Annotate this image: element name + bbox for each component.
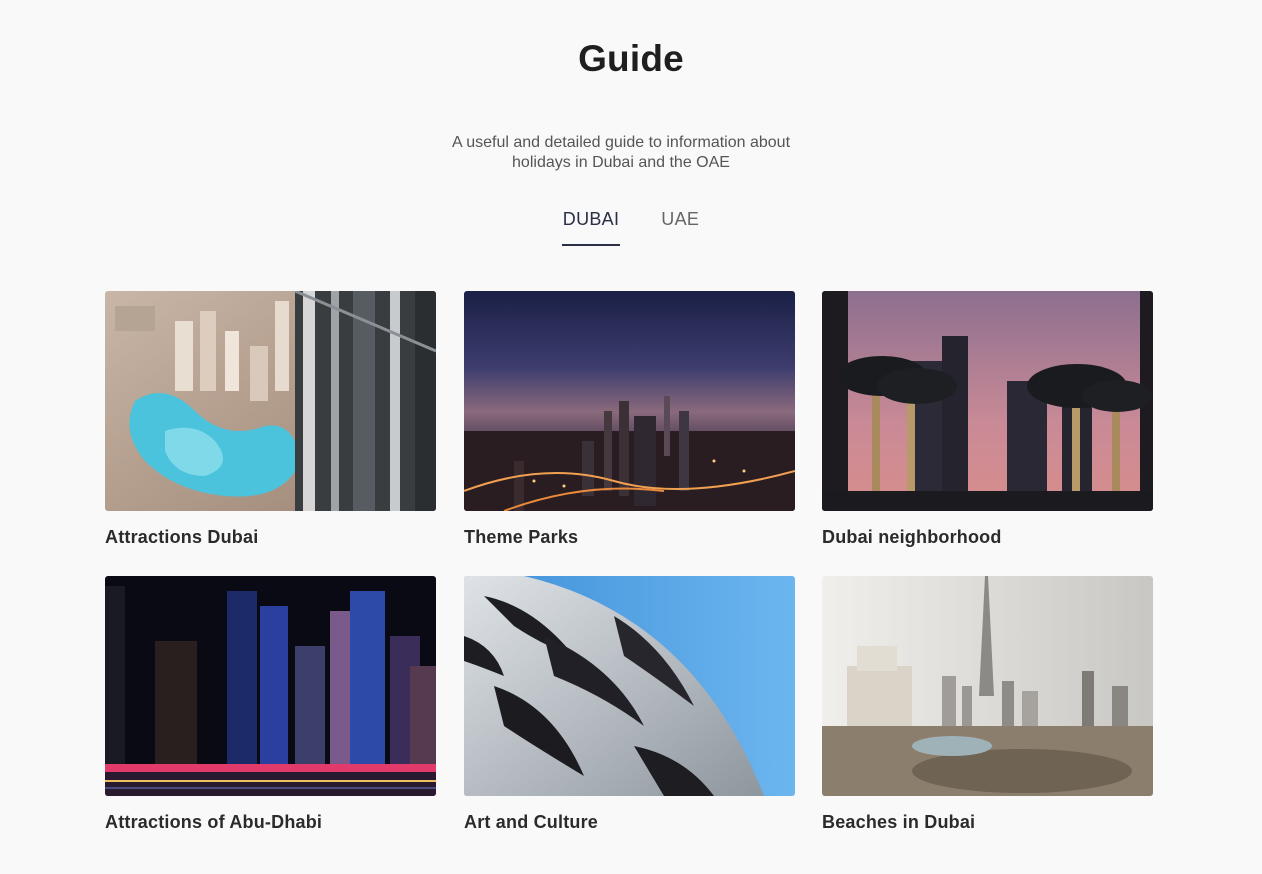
page-subtitle: A useful and detailed guide to informati… xyxy=(451,134,791,171)
region-tabs: DUBAI UAE xyxy=(0,207,1262,246)
tab-uae[interactable]: UAE xyxy=(660,207,700,246)
guide-card-attractions-dubai[interactable]: Attractions Dubai xyxy=(105,291,436,548)
guide-card-beaches-in-dubai[interactable]: Beaches in Dubai xyxy=(822,576,1153,833)
burj-khalifa-haze-photo[interactable] xyxy=(822,576,1153,796)
card-title: Art and Culture xyxy=(464,812,599,832)
dubai-skyline-dusk-photo[interactable] xyxy=(464,291,795,511)
guide-card-art-and-culture[interactable]: Art and Culture xyxy=(464,576,795,833)
card-title: Dubai neighborhood xyxy=(822,527,1002,547)
page-title: Guide xyxy=(578,38,684,79)
card-title: Beaches in Dubai xyxy=(822,812,976,832)
guide-page: Guide A useful and detailed guide to inf… xyxy=(0,0,1262,874)
calligraphy-facade-photo[interactable] xyxy=(464,576,795,796)
guide-card-attractions-abu-dhabi[interactable]: Attractions of Abu-Dhabi xyxy=(105,576,436,833)
card-title: Attractions of Abu-Dhabi xyxy=(105,812,323,832)
card-title: Attractions Dubai xyxy=(105,527,259,547)
palm-trees-lights-photo[interactable] xyxy=(822,291,1153,511)
aerial-city-lagoon-photo[interactable] xyxy=(105,291,436,511)
night-skyscrapers-photo[interactable] xyxy=(105,576,436,796)
card-title: Theme Parks xyxy=(464,527,579,547)
tab-dubai[interactable]: DUBAI xyxy=(561,207,621,246)
guide-card-dubai-neighborhood[interactable]: Dubai neighborhood xyxy=(822,291,1153,548)
guide-card-theme-parks[interactable]: Theme Parks xyxy=(464,291,795,548)
